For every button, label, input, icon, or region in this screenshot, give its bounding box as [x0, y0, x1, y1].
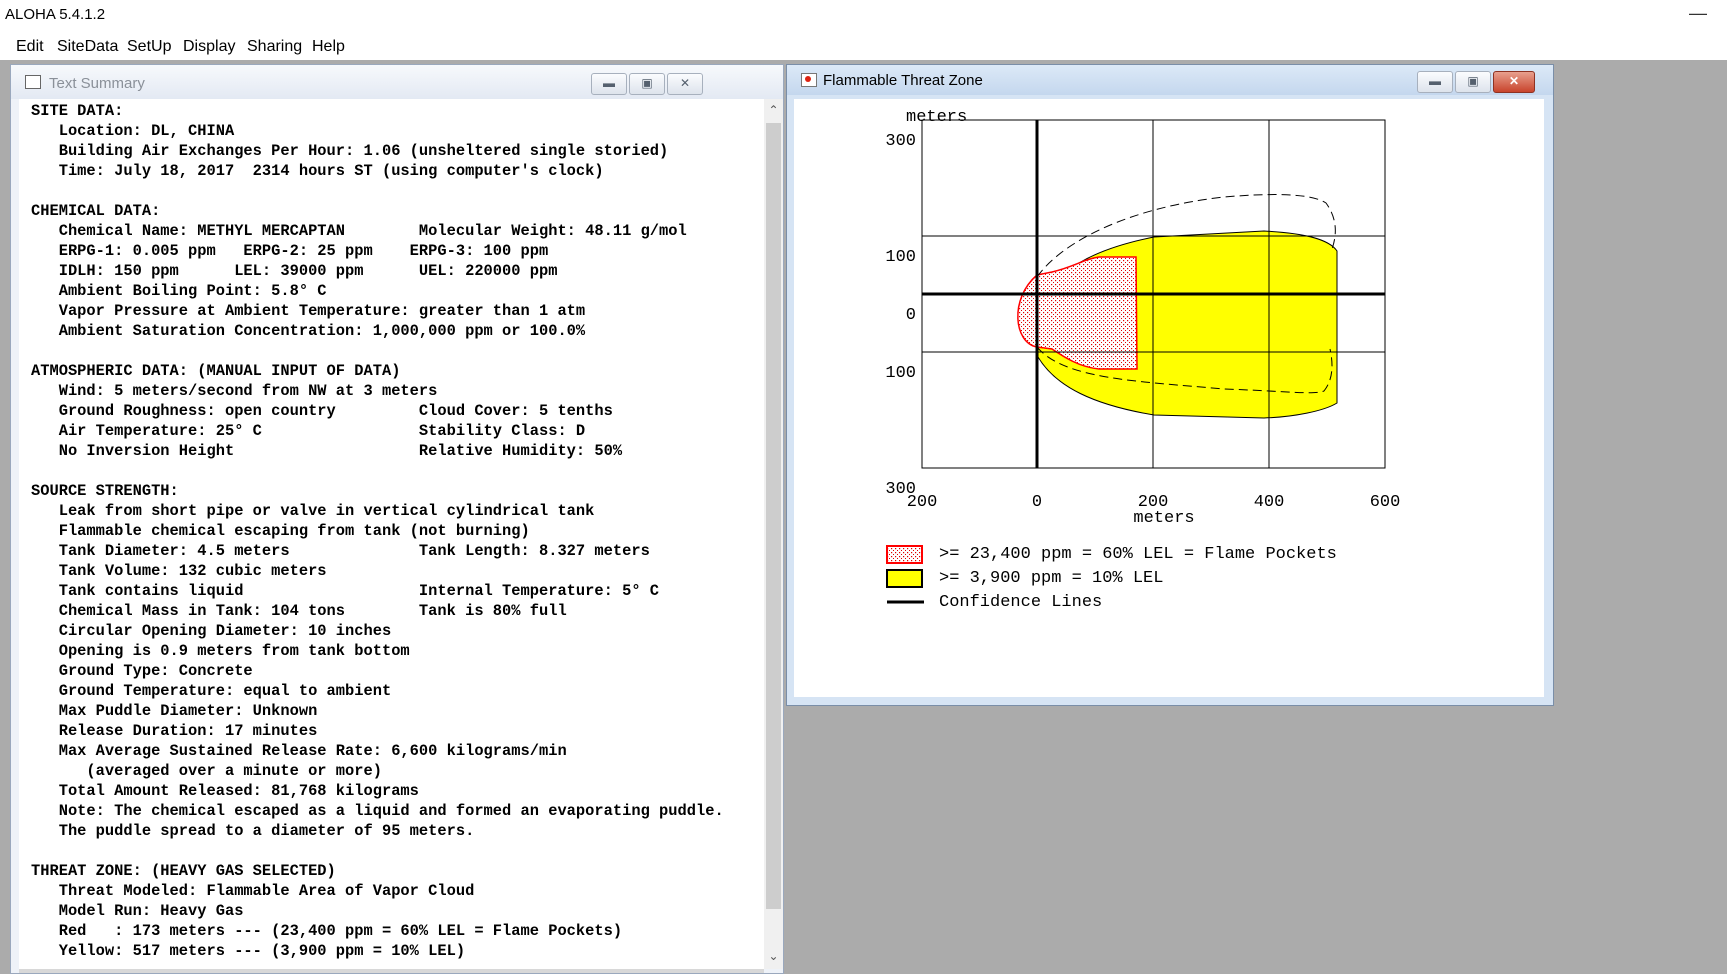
summary-line: Note: The chemical escaped as a liquid a… — [31, 802, 724, 820]
threat-zone-plot-area: meters meters 300 100 0 100 300 200 0 20… — [794, 99, 1544, 697]
scroll-thumb[interactable] — [766, 123, 781, 909]
horizontal-scrollbar[interactable] — [19, 969, 764, 973]
summary-line: Release Duration: 17 minutes — [31, 722, 318, 740]
legend-confidence-label: Confidence Lines — [939, 593, 1102, 612]
summary-line: ERPG-1: 0.005 ppm ERPG-2: 25 ppm ERPG-3:… — [31, 242, 549, 260]
summary-line: Red : 173 meters --- (23,400 ppm = 60% L… — [31, 922, 623, 940]
text-summary-title-bar[interactable]: Text Summary ▬ ▣ ✕ — [11, 65, 783, 99]
legend-red-label: >= 23,400 ppm = 60% LEL = Flame Pockets — [939, 545, 1337, 564]
threat-zone-minimize-button[interactable]: ▬ — [1417, 71, 1453, 93]
restore-icon: ▣ — [641, 76, 653, 90]
summary-line: Vapor Pressure at Ambient Temperature: g… — [31, 302, 586, 320]
x-tick-label: 200 — [1138, 493, 1169, 512]
summary-line: (averaged over a minute or more) — [31, 762, 382, 780]
summary-line: No Inversion Height Relative Humidity: 5… — [31, 442, 623, 460]
text-summary-close-button[interactable]: ✕ — [667, 73, 703, 95]
summary-line: Time: July 18, 2017 2314 hours ST (using… — [31, 162, 604, 180]
text-summary-body[interactable]: SITE DATA: Location: DL, CHINA Building … — [19, 99, 764, 969]
summary-line: Leak from short pipe or valve in vertica… — [31, 502, 595, 520]
summary-line: Circular Opening Diameter: 10 inches — [31, 622, 392, 640]
restore-icon: ▣ — [1467, 74, 1479, 88]
threat-zone-plot: meters meters 300 100 0 100 300 200 0 20… — [885, 108, 1401, 612]
summary-line: Opening is 0.9 meters from tank bottom — [31, 642, 410, 660]
aloha-icon — [801, 73, 817, 87]
summary-line: CHEMICAL DATA: — [31, 202, 161, 220]
summary-line: ATMOSPHERIC DATA: (MANUAL INPUT OF DATA) — [31, 362, 401, 380]
threat-zone-window: Flammable Threat Zone ▬ ▣ ✕ meters meter… — [786, 64, 1554, 706]
y-tick-label: 0 — [906, 306, 916, 325]
x-tick-label: 0 — [1032, 493, 1042, 512]
document-icon — [25, 75, 41, 89]
vertical-scrollbar[interactable]: ⌃ ⌄ — [764, 99, 783, 969]
scroll-up-icon[interactable]: ⌃ — [764, 103, 783, 119]
y-tick-label: 300 — [885, 132, 916, 151]
close-icon: ✕ — [679, 76, 691, 90]
summary-line: THREAT ZONE: (HEAVY GAS SELECTED) — [31, 862, 336, 880]
minimize-icon[interactable]: — — [1683, 0, 1713, 30]
scroll-down-icon[interactable]: ⌄ — [764, 949, 783, 965]
summary-line: Wind: 5 meters/second from NW at 3 meter… — [31, 382, 438, 400]
text-summary-restore-button[interactable]: ▣ — [629, 73, 665, 95]
summary-line: Flammable chemical escaping from tank (n… — [31, 522, 530, 540]
summary-line: Tank contains liquid Internal Temperatur… — [31, 582, 660, 600]
summary-line: SOURCE STRENGTH: — [31, 482, 179, 500]
summary-line: Ground Type: Concrete — [31, 662, 253, 680]
menu-bar: Edit SiteData SetUp Display Sharing Help — [0, 32, 1727, 60]
threat-zone-restore-button[interactable]: ▣ — [1455, 71, 1491, 93]
app-title: ALOHA 5.4.1.2 — [5, 6, 106, 23]
x-tick-label: 600 — [1370, 493, 1401, 512]
y-tick-label: 100 — [885, 248, 916, 267]
threat-zone-title-bar[interactable]: Flammable Threat Zone ▬ ▣ ✕ — [787, 65, 1553, 95]
summary-line: Max Average Sustained Release Rate: 6,60… — [31, 742, 567, 760]
x-tick-label: 200 — [907, 493, 938, 512]
summary-line: Yellow: 517 meters --- (3,900 ppm = 10% … — [31, 942, 466, 960]
menu-edit[interactable]: Edit — [16, 38, 44, 56]
legend-red-swatch — [886, 545, 923, 564]
summary-text: SITE DATA: Location: DL, CHINA Building … — [31, 101, 724, 961]
summary-line: Ambient Saturation Concentration: 1,000,… — [31, 322, 586, 340]
summary-line: Max Puddle Diameter: Unknown — [31, 702, 318, 720]
summary-line: Chemical Mass in Tank: 104 tons Tank is … — [31, 602, 567, 620]
threat-zone-title: Flammable Threat Zone — [823, 72, 983, 89]
text-summary-title: Text Summary — [49, 75, 145, 92]
menu-sitedata[interactable]: SiteData — [57, 38, 118, 56]
minimize-icon: ▬ — [603, 76, 615, 90]
app-title-bar: ALOHA 5.4.1.2 — — [0, 0, 1727, 32]
summary-line: Ambient Boiling Point: 5.8° C — [31, 282, 327, 300]
summary-line: The puddle spread to a diameter of 95 me… — [31, 822, 475, 840]
summary-line: Ground Temperature: equal to ambient — [31, 682, 392, 700]
text-summary-minimize-button[interactable]: ▬ — [591, 73, 627, 95]
summary-line: SITE DATA: — [31, 102, 124, 120]
close-icon: ✕ — [1508, 74, 1520, 88]
summary-line: Tank Diameter: 4.5 meters Tank Length: 8… — [31, 542, 650, 560]
summary-line: Air Temperature: 25° C Stability Class: … — [31, 422, 586, 440]
x-tick-label: 400 — [1254, 493, 1285, 512]
y-axis-unit-label: meters — [906, 108, 967, 127]
threat-zone-close-button[interactable]: ✕ — [1493, 71, 1535, 93]
menu-display[interactable]: Display — [183, 38, 235, 56]
menu-sharing[interactable]: Sharing — [247, 38, 302, 56]
summary-line: Building Air Exchanges Per Hour: 1.06 (u… — [31, 142, 669, 160]
minimize-icon: ▬ — [1429, 74, 1441, 88]
legend-yellow-label: >= 3,900 ppm = 10% LEL — [939, 569, 1163, 588]
menu-setup[interactable]: SetUp — [127, 38, 171, 56]
y-tick-label: 100 — [885, 364, 916, 383]
summary-line: Tank Volume: 132 cubic meters — [31, 562, 327, 580]
summary-line: Model Run: Heavy Gas — [31, 902, 244, 920]
summary-line: Location: DL, CHINA — [31, 122, 235, 140]
summary-line: Ground Roughness: open country Cloud Cov… — [31, 402, 613, 420]
summary-line: Chemical Name: METHYL MERCAPTAN Molecula… — [31, 222, 687, 240]
menu-help[interactable]: Help — [312, 38, 345, 56]
summary-line: Total Amount Released: 81,768 kilograms — [31, 782, 419, 800]
legend-yellow-swatch — [886, 569, 923, 588]
summary-line: IDLH: 150 ppm LEL: 39000 ppm UEL: 220000… — [31, 262, 558, 280]
summary-line: Threat Modeled: Flammable Area of Vapor … — [31, 882, 475, 900]
text-summary-window: Text Summary ▬ ▣ ✕ SITE DATA: Location: … — [10, 64, 784, 974]
